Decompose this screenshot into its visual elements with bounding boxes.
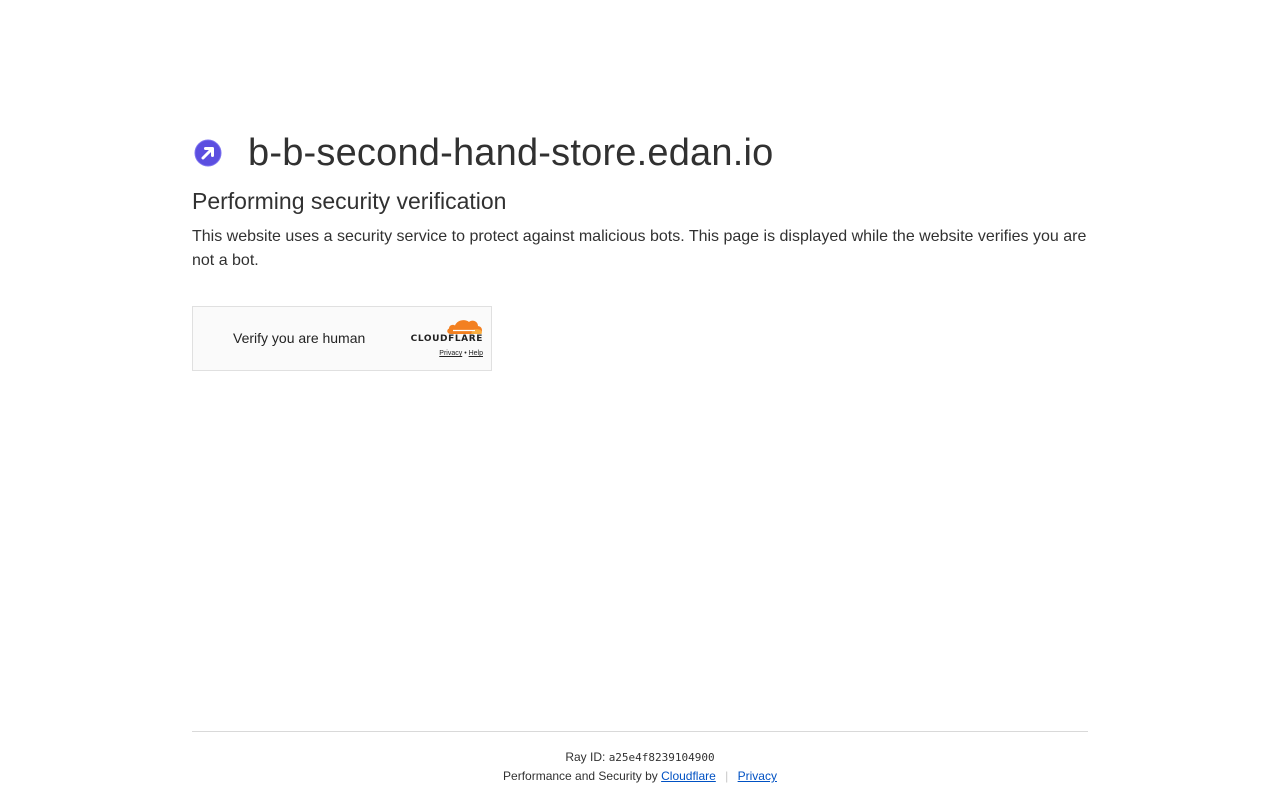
page-description: This website uses a security service to … — [192, 228, 1087, 269]
site-logo-icon — [192, 137, 224, 169]
cloudflare-cloud-icon — [447, 320, 482, 334]
page-title: Performing security verification — [192, 188, 507, 214]
ray-id-label: Ray ID: — [565, 750, 606, 764]
widget-privacy-link[interactable]: Privacy — [439, 350, 462, 357]
performance-line: Performance and Security by Cloudflare |… — [192, 769, 1088, 783]
footer-privacy-link[interactable]: Privacy — [738, 769, 777, 783]
site-header: b-b-second-hand-store.edan.io — [192, 128, 1088, 178]
cloudflare-brand: CLOUDFLARE Privacy • Help — [403, 317, 483, 358]
verify-human-label[interactable]: Verify you are human — [233, 307, 365, 370]
performance-text: Performance and Security by — [503, 769, 658, 783]
widget-links: Privacy • Help — [403, 349, 483, 358]
ray-id-value: a25e4f8239104900 — [608, 751, 715, 764]
ray-id-line: Ray ID: a25e4f8239104900 — [192, 750, 1088, 765]
cloudflare-wordmark: CLOUDFLARE — [410, 334, 483, 344]
widget-link-separator: • — [464, 350, 467, 357]
site-name: b-b-second-hand-store.edan.io — [248, 132, 774, 174]
main-content: b-b-second-hand-store.edan.io Performing… — [192, 128, 1088, 371]
footer-divider: | — [725, 769, 729, 783]
page-footer: Ray ID: a25e4f8239104900 Performance and… — [192, 731, 1088, 783]
turnstile-widget[interactable]: Verify you are human CLOUDFLARE Privacy … — [192, 306, 492, 371]
widget-help-link[interactable]: Help — [469, 350, 483, 357]
cloudflare-link[interactable]: Cloudflare — [661, 769, 716, 783]
